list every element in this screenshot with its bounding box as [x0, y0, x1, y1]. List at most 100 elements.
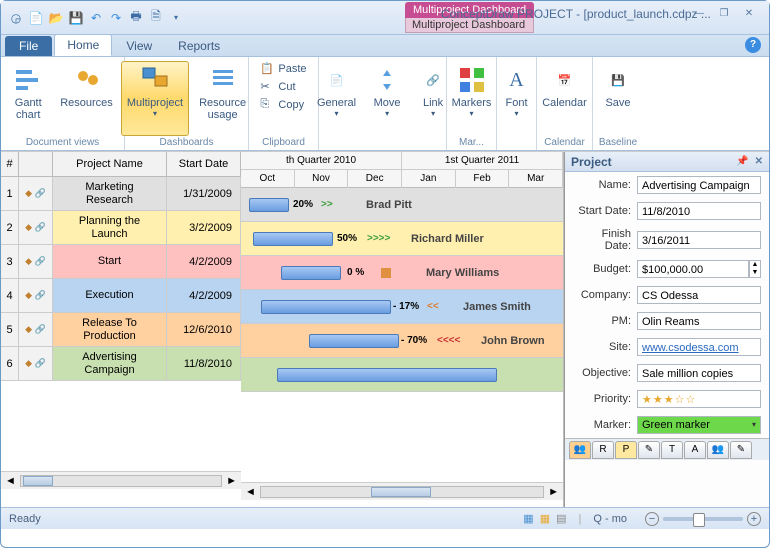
panel-tab-2[interactable]: R	[592, 441, 614, 459]
timeline-row[interactable]: 50%>>>>Richard Miller	[241, 222, 563, 256]
priority-field[interactable]: ★★★☆☆	[637, 390, 761, 408]
app-icon[interactable]: ◶	[7, 9, 25, 27]
marker-field[interactable]: Green marker▾	[637, 416, 761, 434]
group-label-clipboard: Clipboard	[262, 136, 305, 148]
start-date-field[interactable]: 11/8/2010	[637, 202, 761, 220]
scroll-right-icon[interactable]: ►	[226, 475, 237, 487]
file-tab[interactable]: File	[5, 36, 52, 56]
view-icon-3[interactable]: ▤	[556, 512, 566, 525]
close-icon[interactable]: ✕	[737, 5, 761, 21]
gantt-bar[interactable]	[249, 198, 289, 212]
pin-icon[interactable]: 📌	[736, 156, 748, 167]
open-icon[interactable]: 📂	[47, 9, 65, 27]
maximize-icon[interactable]: ❐	[712, 5, 736, 21]
qat-more-icon[interactable]: ▾	[167, 9, 185, 27]
minimize-icon[interactable]: —	[687, 5, 711, 21]
timeline-row[interactable]: - 70%<<<<John Brown	[241, 324, 563, 358]
panel-tab-5[interactable]: T	[661, 441, 683, 459]
gantt-bar[interactable]	[281, 266, 341, 280]
panel-tab-7[interactable]: 👥	[707, 441, 729, 459]
copy-button[interactable]: ⎘Copy	[257, 97, 307, 113]
timeline-row[interactable]	[241, 358, 563, 392]
quick-access-toolbar: ◶ 📄 📂 💾 ↶ ↷ 🖶 🗎 ▾	[7, 9, 185, 27]
gantt-bar[interactable]	[309, 334, 399, 348]
panel-tabs: 👥 R P ✎ T A 👥 ✎	[565, 438, 769, 460]
site-field[interactable]: www.csodessa.com	[637, 338, 761, 356]
ribbon: Gantt chart Resources Document views Mul…	[1, 57, 769, 151]
grid-header: # Project Name Start Date	[1, 152, 241, 177]
gantt-bar[interactable]	[253, 232, 333, 246]
paste-button[interactable]: 📋Paste	[257, 61, 309, 77]
tab-reports[interactable]: Reports	[166, 36, 232, 56]
panel-tab-4[interactable]: ✎	[638, 441, 660, 459]
finish-date-field[interactable]: 3/16/2011	[637, 231, 761, 249]
q4-label: th Quarter 2010	[241, 152, 402, 169]
col-icons[interactable]	[19, 152, 53, 176]
gantt-chart-button[interactable]: Gantt chart	[6, 61, 50, 136]
resources-button[interactable]: Resources	[54, 61, 119, 136]
resource-usage-button[interactable]: Resource usage	[193, 61, 252, 136]
budget-field[interactable]: $100,000.00	[637, 260, 749, 278]
scroll-left-icon[interactable]: ◄	[245, 486, 256, 498]
scroll-left-icon[interactable]: ◄	[5, 475, 16, 487]
markers-button[interactable]: Markers▾	[446, 61, 498, 136]
scroll-right-icon[interactable]: ►	[548, 486, 559, 498]
table-row[interactable]: 3◆ 🔗Start4/2/2009	[1, 245, 241, 279]
objective-field[interactable]: Sale million copies	[637, 364, 761, 382]
table-row[interactable]: 2◆ 🔗Planning theLaunch3/2/2009	[1, 211, 241, 245]
app-title: ConceptDraw PROJECT - [product_launch.cd…	[441, 7, 711, 21]
grid-hscroll[interactable]: ◄ ►	[1, 471, 241, 489]
table-row[interactable]: 4◆ 🔗Execution4/2/2009	[1, 279, 241, 313]
redo-icon[interactable]: ↷	[107, 9, 125, 27]
font-button[interactable]: AFont▾	[495, 61, 539, 136]
save-icon[interactable]: 💾	[67, 9, 85, 27]
timeline-row[interactable]: 0 %Mary Williams	[241, 256, 563, 290]
undo-icon[interactable]: ↶	[87, 9, 105, 27]
zoom-in-icon[interactable]: +	[747, 512, 761, 526]
help-icon[interactable]: ?	[745, 37, 761, 53]
zoom-out-icon[interactable]: −	[645, 512, 659, 526]
view-icon-2[interactable]: ▦	[540, 512, 550, 525]
print-icon[interactable]: 🖶	[127, 9, 145, 27]
content-area: # Project Name Start Date 1◆ 🔗MarketingR…	[1, 151, 769, 507]
preview-icon[interactable]: 🗎	[147, 9, 165, 27]
gantt-bar[interactable]	[277, 368, 497, 382]
group-label-docviews: Document views	[26, 136, 99, 148]
general-button[interactable]: 📄General▾	[311, 61, 362, 136]
pm-field[interactable]: Olin Reams	[637, 312, 761, 330]
move-button[interactable]: Move▾	[366, 61, 408, 136]
name-field[interactable]: Advertising Campaign	[637, 176, 761, 194]
zoom-slider[interactable]	[663, 517, 743, 521]
panel-tab-1[interactable]: 👥	[569, 441, 591, 459]
col-name[interactable]: Project Name	[53, 152, 167, 176]
calendar-button[interactable]: 📅Calendar	[536, 61, 593, 136]
panel-tab-6[interactable]: A	[684, 441, 706, 459]
col-num[interactable]: #	[1, 152, 19, 176]
budget-stepper[interactable]: ▲▼	[749, 260, 761, 278]
table-row[interactable]: 1◆ 🔗MarketingResearch1/31/2009	[1, 177, 241, 211]
group-label-markers: Mar...	[459, 136, 484, 148]
tab-view[interactable]: View	[114, 36, 164, 56]
col-start[interactable]: Start Date	[167, 152, 241, 176]
table-row[interactable]: 5◆ 🔗Release ToProduction12/6/2010	[1, 313, 241, 347]
cut-button[interactable]: ✂Cut	[257, 79, 298, 95]
company-field[interactable]: CS Odessa	[637, 286, 761, 304]
panel-tab-3[interactable]: P	[615, 441, 637, 459]
multiproject-button[interactable]: Multiproject▾	[121, 61, 189, 136]
timeline-hscroll[interactable]: ◄ ►	[241, 482, 563, 500]
save-baseline-button[interactable]: 💾Save	[596, 61, 640, 136]
timeline-row[interactable]: 20%>>Brad Pitt	[241, 188, 563, 222]
panel-close-icon[interactable]: ✕	[755, 156, 763, 167]
new-icon[interactable]: 📄	[27, 9, 45, 27]
panel-tab-8[interactable]: ✎	[730, 441, 752, 459]
group-label-baseline: Baseline	[599, 136, 637, 148]
statusbar: Ready ▦ ▦ ▤ | Q - mo − +	[1, 507, 769, 529]
gantt-bar[interactable]	[261, 300, 391, 314]
view-icon-1[interactable]: ▦	[523, 512, 533, 525]
group-label-dashboards: Dashboards	[160, 136, 214, 148]
panel-header: Project 📌✕	[565, 152, 769, 172]
table-row[interactable]: 6◆ 🔗AdvertisingCampaign11/8/2010	[1, 347, 241, 381]
tab-home[interactable]: Home	[54, 34, 112, 56]
timeline-row[interactable]: - 17%<<James Smith	[241, 290, 563, 324]
q1-label: 1st Quarter 2011	[402, 152, 563, 169]
